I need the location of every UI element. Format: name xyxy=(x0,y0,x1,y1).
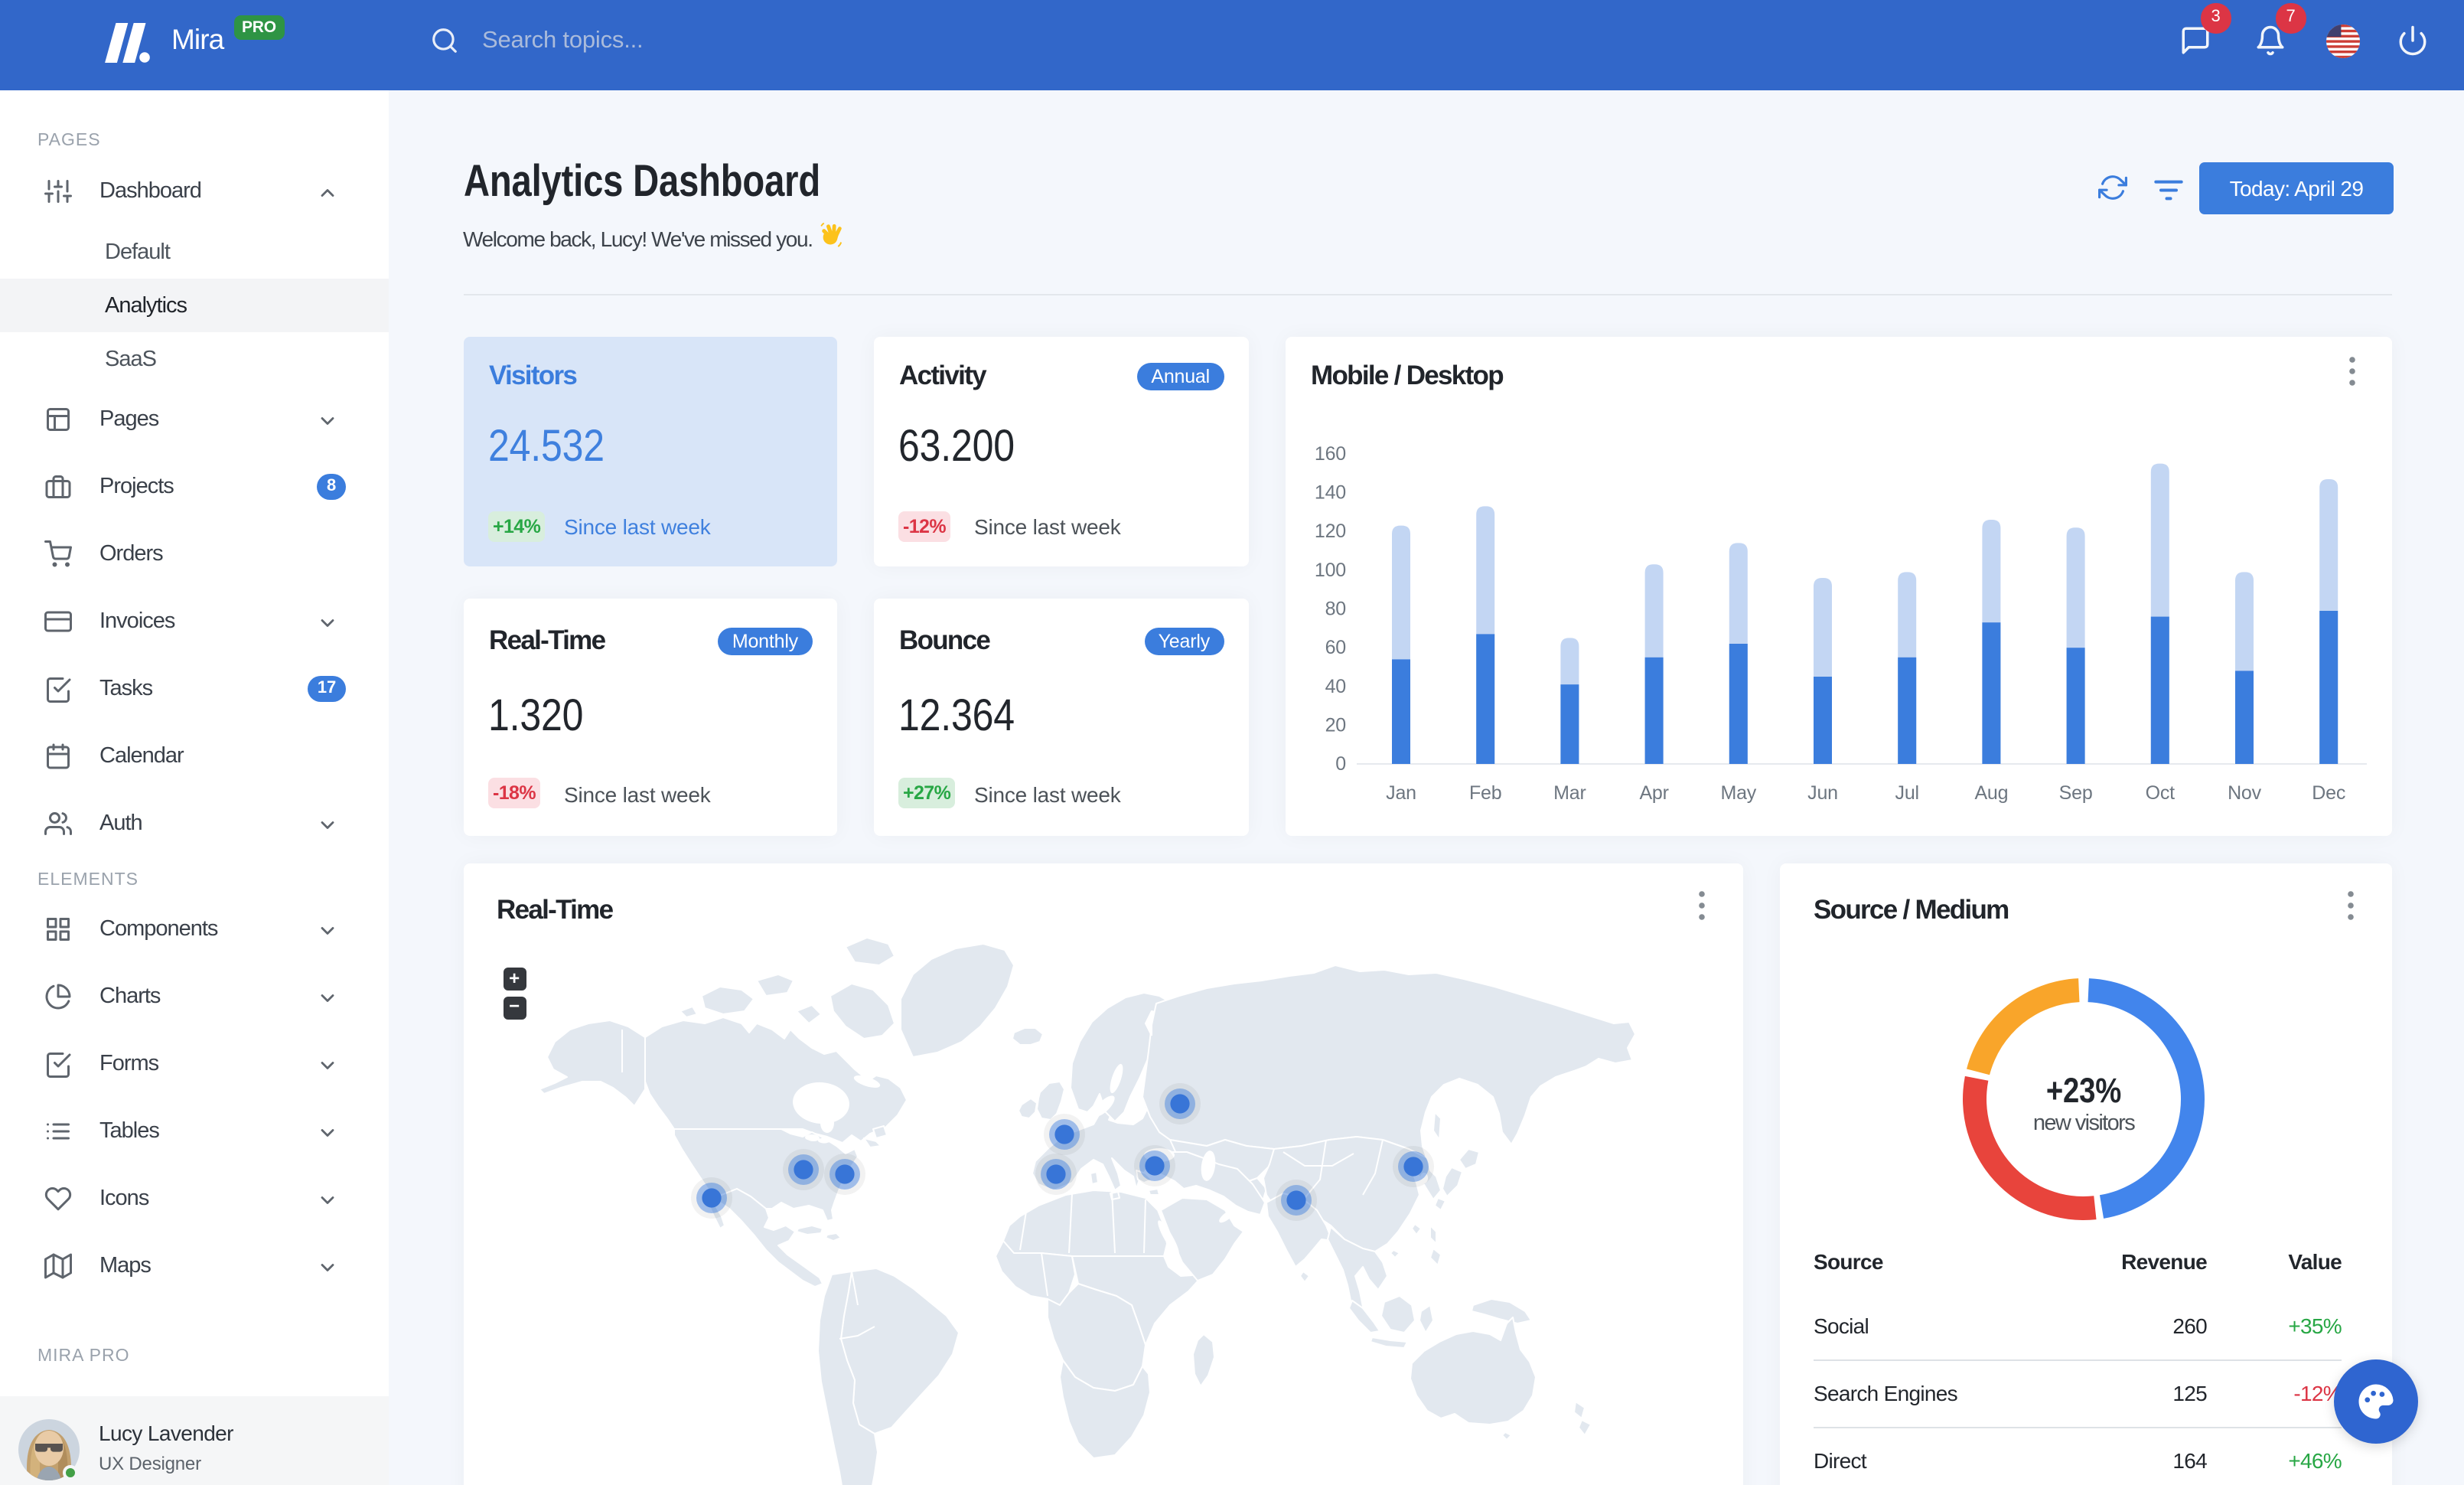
svg-text:40: 40 xyxy=(1325,675,1345,697)
svg-text:Feb: Feb xyxy=(1468,782,1501,803)
svg-text:Apr: Apr xyxy=(1638,782,1667,803)
svg-text:Jun: Jun xyxy=(1807,782,1837,803)
svg-text:Aug: Aug xyxy=(1973,782,2007,803)
svg-text:Jul: Jul xyxy=(1895,782,1918,803)
svg-text:80: 80 xyxy=(1325,598,1345,619)
svg-text:0: 0 xyxy=(1335,752,1345,774)
svg-text:Jan: Jan xyxy=(1385,782,1416,803)
svg-text:Nov: Nov xyxy=(2227,782,2261,803)
svg-text:140: 140 xyxy=(1314,481,1345,503)
svg-text:Dec: Dec xyxy=(2311,782,2345,803)
svg-text:Mar: Mar xyxy=(1553,782,1585,803)
svg-text:60: 60 xyxy=(1325,636,1345,658)
svg-text:20: 20 xyxy=(1325,713,1345,735)
svg-text:100: 100 xyxy=(1314,559,1345,580)
svg-text:Sep: Sep xyxy=(2058,782,2092,803)
svg-text:May: May xyxy=(1719,782,1755,803)
svg-text:Oct: Oct xyxy=(2145,782,2175,803)
svg-text:160: 160 xyxy=(1314,442,1345,464)
svg-text:120: 120 xyxy=(1314,520,1345,541)
